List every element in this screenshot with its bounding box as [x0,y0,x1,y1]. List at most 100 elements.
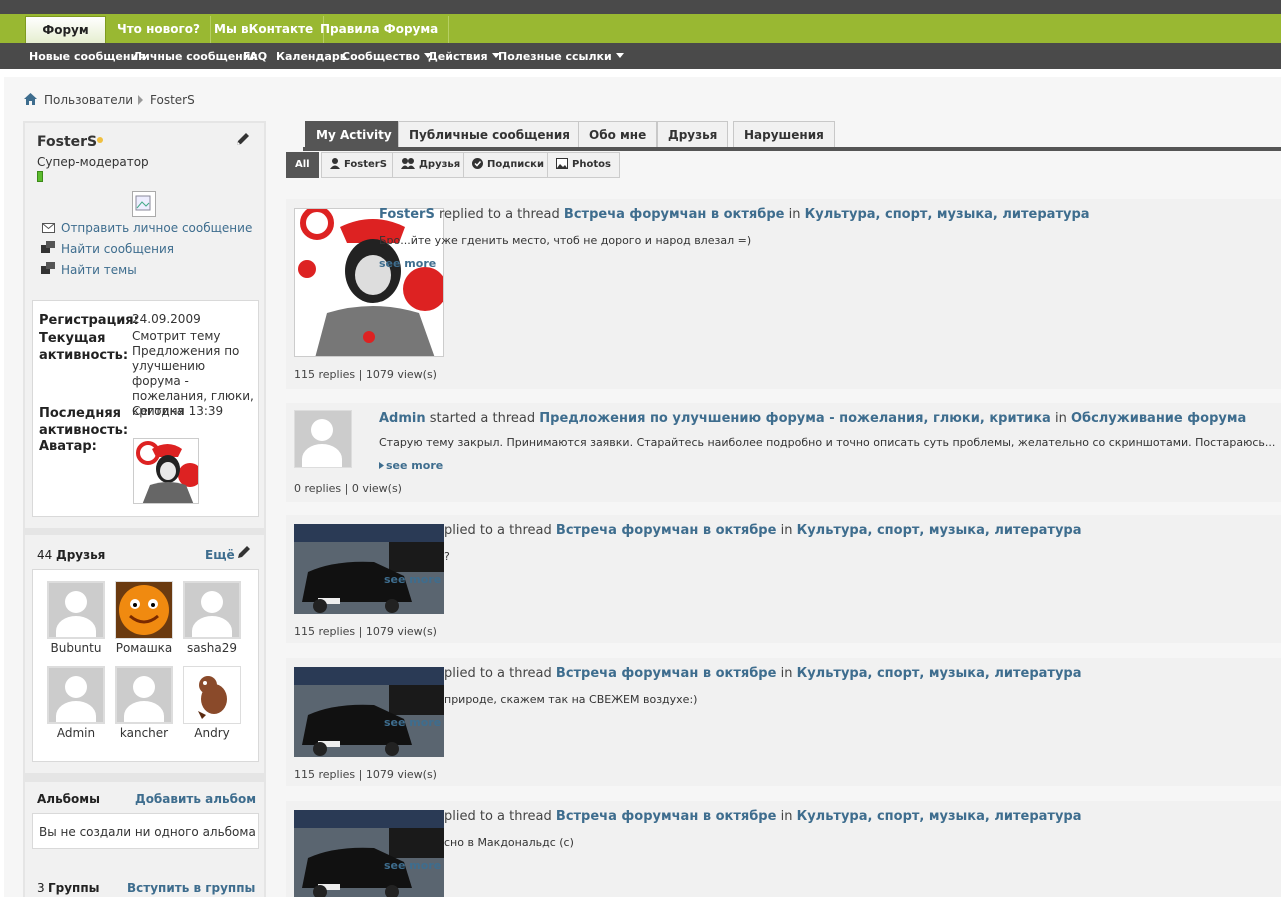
activity-headline: plied to a thread Встреча форумчан в окт… [444,666,1082,681]
friend-name[interactable]: kancher [109,726,179,740]
friend-name[interactable]: Admin [41,726,111,740]
tab-infractions[interactable]: Нарушения [733,121,835,148]
nav-tab-vk[interactable]: Мы вКонтакте [204,16,325,43]
add-album-link[interactable]: Добавить альбом [135,792,256,806]
subnav-actions[interactable]: Действия [428,50,500,63]
activity-excerpt: ? [444,550,450,563]
activity-thread-link[interactable]: Встреча форумчан в октябре [564,207,785,222]
edit-pencil-icon[interactable] [235,131,251,147]
activity-thread-link[interactable]: Предложения по улучшению форума - пожела… [539,411,1051,426]
top-strip [0,0,1281,14]
nav-tab-whats-new[interactable]: Что нового? [107,16,211,43]
profile-info-box: Регистрация: 24.09.2009 Текущая активнос… [32,300,259,517]
subnav-calendar[interactable]: Календарь [276,50,347,63]
activity-thumbnail[interactable] [294,208,444,357]
friend-avatar-bubuntu[interactable] [47,581,105,639]
activity-thread-link[interactable]: Встреча форумчан в октябре [556,809,777,824]
activity-excerpt: природе, скажем так на СВЕЖЕМ воздухе:) [444,693,698,706]
see-more-link[interactable]: see more [379,257,436,270]
see-more-link[interactable]: see more [384,573,441,586]
subnav-useful-links-label: Полезные ссылки [498,50,612,63]
send-pm-link[interactable]: Отправить личное сообщение [61,221,252,235]
subtab-user[interactable]: FosterS [321,152,396,178]
friend-name[interactable]: Ромашка [109,641,179,655]
activity-item: plied to a thread Встреча форумчан в окт… [286,515,1281,643]
subtab-photos-label: Photos [572,159,611,170]
activity-forum-link[interactable]: Культура, спорт, музыка, литература [797,523,1082,538]
registration-value: 24.09.2009 [132,312,201,326]
subnav-new-posts[interactable]: Новые сообщения [29,50,145,63]
friend-avatar-admin[interactable] [47,666,105,724]
see-more-label: see more [386,459,444,472]
activity-forum-link[interactable]: Обслуживание форума [1071,411,1246,426]
subtab-friends-label: Друзья [419,159,461,170]
nav-tab-forum[interactable]: Форум [25,16,106,43]
friend-avatar-andry[interactable] [183,666,241,724]
see-more-link[interactable]: see more [379,459,443,472]
subnav-useful-links[interactable]: Полезные ссылки [498,50,624,63]
groups-count: 3 [37,881,45,895]
activity-user-link[interactable]: FosterS [379,207,435,222]
friend-name[interactable]: sasha29 [177,641,247,655]
subnav-community[interactable]: Сообщество [342,50,432,63]
see-more-link[interactable]: see more [384,716,441,729]
tab-public-messages[interactable]: Публичные сообщения [398,121,581,148]
activity-user-link[interactable]: Admin [379,411,426,426]
activity-forum-link[interactable]: Культура, спорт, музыка, литература [805,207,1090,222]
friend-avatar-romashka[interactable] [115,581,173,639]
activity-in: in [1054,411,1067,426]
subtab-friends[interactable]: Друзья [392,152,470,178]
activity-forum-link[interactable]: Культура, спорт, музыка, литература [797,666,1082,681]
profile-username: FosterS [37,134,98,150]
tab-my-activity[interactable]: My Activity [305,121,403,148]
subnav-faq[interactable]: FAQ [243,50,267,63]
friend-name[interactable]: Andry [177,726,247,740]
friend-avatar-kancher[interactable] [115,666,173,724]
profile-user-title: Супер-модератор [37,155,149,169]
activity-thread-link[interactable]: Встреча форумчан в октябре [556,523,777,538]
activity-avatar[interactable] [294,410,352,468]
activity-action: started a thread [429,411,536,426]
mail-icon [42,223,55,233]
activity-thumbnail[interactable] [294,810,444,897]
find-posts-link[interactable]: Найти сообщения [61,242,174,256]
activity-in: in [780,666,793,681]
find-threads-link[interactable]: Найти темы [61,263,137,277]
albums-block: Альбомы Добавить альбом Вы не создали ни… [25,782,264,877]
activity-excerpt: сно в Макдональдс (с) [444,836,574,849]
friends-title: Друзья [56,548,106,562]
activity-item: Admin started a thread Предложения по ул… [286,403,1281,502]
friend-name[interactable]: Bubuntu [41,641,111,655]
albums-title: Альбомы [37,792,100,806]
activity-stats: 115 replies | 1079 view(s) [294,625,437,638]
find-posts-icon [41,241,55,253]
activity-thumbnail[interactable] [294,524,444,614]
subtab-user-label: FosterS [344,159,387,170]
arrow-right-icon [379,462,384,469]
friends-count: 44 [37,548,53,562]
breadcrumb-root[interactable]: Пользователи [44,93,133,107]
profile-avatar [133,438,199,504]
home-icon[interactable] [24,93,37,105]
subtab-photos[interactable]: Photos [547,152,620,178]
subnav-private-messages[interactable]: Личные сообщения [133,50,258,63]
activity-thumbnail[interactable] [294,667,444,757]
see-more-link[interactable]: see more [384,859,441,872]
subtab-subscriptions[interactable]: Подписки [463,152,553,178]
subtab-all[interactable]: All [286,152,319,178]
friend-avatar-sasha29[interactable] [183,581,241,639]
activity-forum-link[interactable]: Культура, спорт, музыка, литература [797,809,1082,824]
main-navbar: Форум Что нового? Мы вКонтакте Правила Ф… [0,14,1281,43]
subnav-actions-label: Действия [428,50,488,63]
chevron-down-icon [615,53,624,58]
activity-action: plied to a thread [444,666,552,681]
nav-tab-rules[interactable]: Правила Форума [310,16,450,43]
friends-more-link[interactable]: Ещё [205,548,235,562]
tab-about-me[interactable]: Обо мне [578,121,658,148]
tab-friends[interactable]: Друзья [657,121,729,148]
groups-title: Группы [48,881,100,895]
join-groups-link[interactable]: Вступить в группы [127,881,255,895]
subnav-community-label: Сообщество [342,50,420,63]
activity-thread-link[interactable]: Встреча форумчан в октябре [556,666,777,681]
edit-pencil-icon[interactable] [236,544,252,560]
